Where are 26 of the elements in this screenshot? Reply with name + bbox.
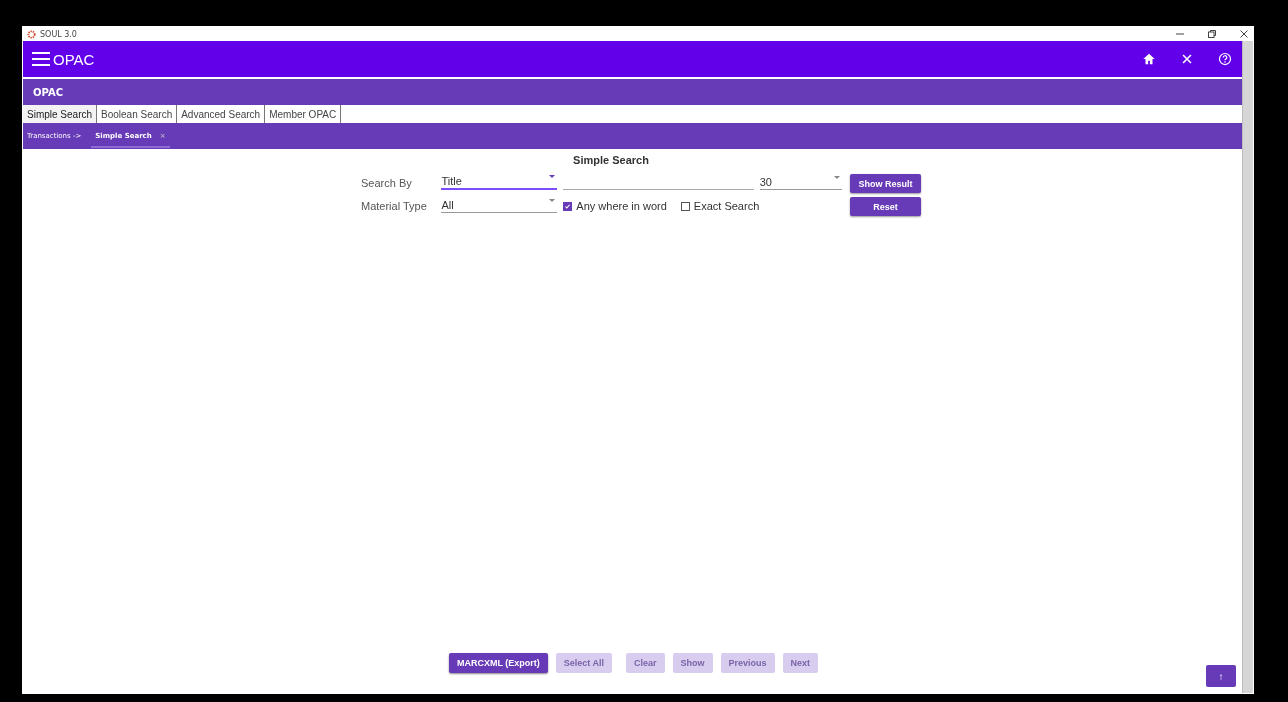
form-title: Simple Search (572, 154, 650, 166)
window-title: SOUL 3.0 (40, 29, 77, 39)
close-icon[interactable] (1180, 52, 1194, 66)
checkbox-label: Any where in word (576, 200, 667, 212)
count-dropdown[interactable]: 30 (759, 174, 843, 190)
close-icon[interactable] (1239, 29, 1249, 39)
material-type-dropdown[interactable]: All (441, 197, 558, 213)
app-title: OPAC (53, 50, 95, 68)
field-label: Search By (361, 177, 413, 191)
checkbox[interactable] (563, 201, 573, 211)
reset-button[interactable]: Reset (850, 197, 921, 216)
restore-icon[interactable] (1207, 29, 1217, 39)
scroll-top-button[interactable]: ↑ (1206, 665, 1236, 687)
tab[interactable]: Simple Search (23, 105, 98, 123)
scrollbar[interactable] (1242, 41, 1253, 693)
action-button[interactable]: MARCXML (Export) (449, 653, 548, 673)
menu-icon[interactable] (31, 51, 51, 67)
help-icon[interactable] (1218, 52, 1232, 66)
app-logo-icon (27, 29, 36, 39)
checkbox-label: Exact Search (693, 200, 760, 212)
checkbox[interactable] (680, 201, 690, 211)
section-title: OPAC (33, 86, 63, 98)
show-result-button[interactable]: Show Result (850, 174, 921, 193)
home-icon[interactable] (1142, 52, 1156, 66)
field-label: Material Type (361, 200, 428, 214)
search-by-dropdown[interactable]: Title (441, 174, 558, 190)
